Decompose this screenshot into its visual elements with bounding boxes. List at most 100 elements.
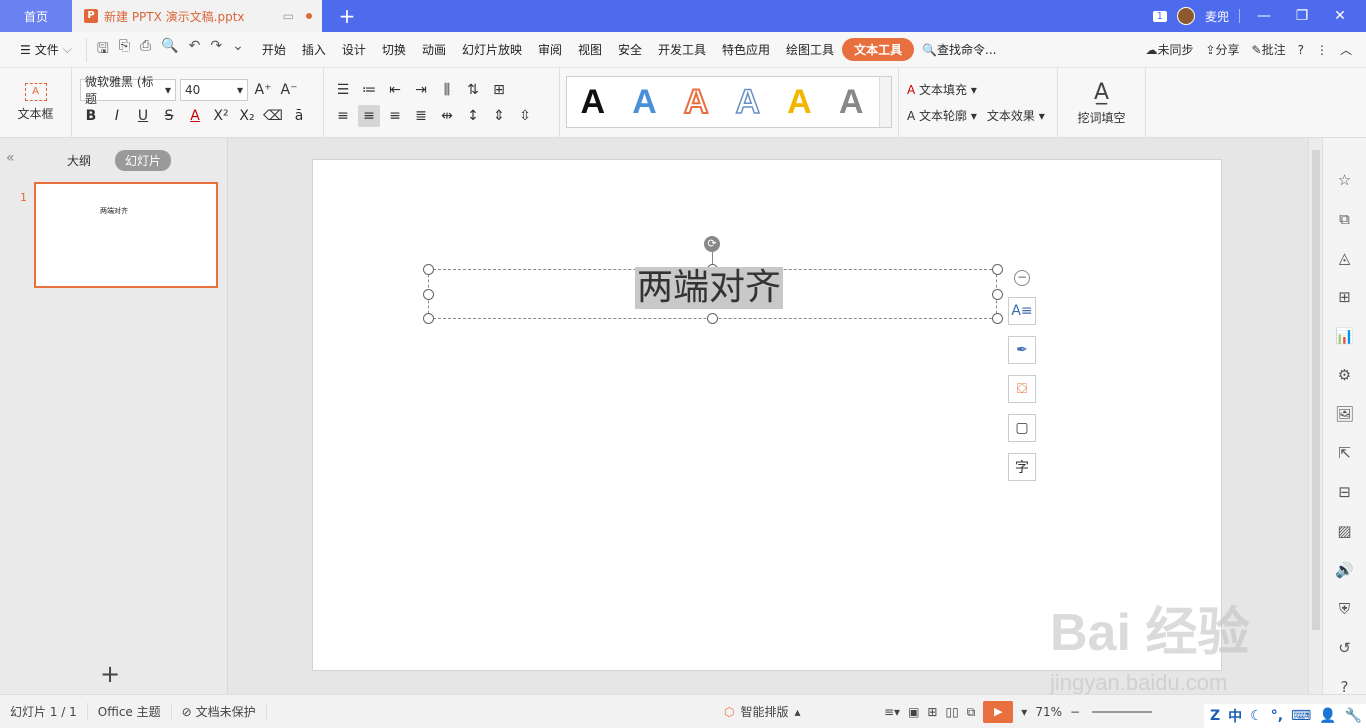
- tab-insert[interactable]: 插入: [294, 41, 334, 58]
- textbox-button[interactable]: A 文本框: [8, 83, 63, 122]
- print-icon[interactable]: ⎙: [140, 38, 151, 62]
- moon-icon[interactable]: ☾: [1250, 708, 1263, 724]
- slide-thumbnail[interactable]: 两端对齐: [34, 182, 218, 288]
- align-left-icon[interactable]: ≡: [332, 105, 354, 127]
- archive-icon[interactable]: ⊟: [1335, 482, 1355, 502]
- tab-security[interactable]: 安全: [610, 41, 650, 58]
- tab-developer[interactable]: 开发工具: [650, 41, 714, 58]
- ime-language[interactable]: 中: [1228, 706, 1242, 726]
- tab-text-tools[interactable]: 文本工具: [842, 38, 915, 61]
- slide-title-text[interactable]: 两端对齐: [635, 267, 784, 309]
- zoom-slider[interactable]: [1092, 711, 1153, 713]
- user-icon[interactable]: 👤: [1319, 708, 1336, 724]
- settings-sliders-icon[interactable]: ⚙: [1335, 365, 1355, 385]
- sync-button[interactable]: ☁未同步: [1145, 41, 1193, 58]
- decrease-font-icon[interactable]: A⁻: [278, 79, 300, 101]
- tab-outline[interactable]: 大纲: [57, 150, 101, 171]
- paragraph-spacing-icon[interactable]: ⇕: [488, 105, 510, 127]
- tab-start[interactable]: 开始: [254, 41, 294, 58]
- font-color-icon[interactable]: A: [184, 105, 206, 127]
- restore-icon[interactable]: ❐: [1288, 8, 1316, 24]
- text-direction-icon[interactable]: ⇅: [462, 79, 484, 101]
- decrease-indent-icon[interactable]: ⇤: [384, 79, 406, 101]
- resize-handle-se[interactable]: [992, 313, 1003, 324]
- picture-search-icon[interactable]: 🖼: [1335, 404, 1355, 424]
- new-tab-button[interactable]: +: [322, 0, 372, 32]
- resize-handle-s[interactable]: [707, 313, 718, 324]
- copy-icon[interactable]: ⧉: [1335, 209, 1355, 229]
- text-fill-button[interactable]: A 文本填充 ▾: [907, 81, 977, 98]
- keyboard-icon[interactable]: ⌨: [1291, 708, 1311, 724]
- pen-icon[interactable]: ✒: [1008, 336, 1036, 364]
- line-spacing-icon[interactable]: ↕: [462, 105, 484, 127]
- chart-icon[interactable]: 📊: [1335, 326, 1355, 346]
- minimize-icon[interactable]: —: [1250, 8, 1278, 24]
- tab-transition[interactable]: 切换: [374, 41, 414, 58]
- shape-outline-icon[interactable]: ▢: [1008, 414, 1036, 442]
- reading-view-icon[interactable]: ▯▯: [945, 705, 958, 719]
- shield-icon[interactable]: ⛨: [1335, 599, 1355, 619]
- font-name-select[interactable]: 微软雅黑 (标题 ▾: [80, 75, 176, 106]
- zoom-out-icon[interactable]: −: [1070, 705, 1080, 719]
- play-options-icon[interactable]: ▾: [1021, 705, 1027, 719]
- tab-slideshow[interactable]: 幻灯片放映: [454, 41, 530, 58]
- font-size-select[interactable]: 40 ▾: [180, 78, 248, 101]
- home-tab[interactable]: 首页: [0, 0, 72, 32]
- justify-icon[interactable]: ≣: [410, 105, 432, 127]
- collapse-toolbar-icon[interactable]: −: [1014, 270, 1030, 286]
- increase-indent-icon[interactable]: ⇥: [410, 79, 432, 101]
- sorter-view-icon[interactable]: ⊞: [927, 705, 937, 719]
- numbered-list-icon[interactable]: ≔: [358, 79, 380, 101]
- tab-view[interactable]: 视图: [570, 41, 610, 58]
- zoom-level[interactable]: 71%: [1035, 705, 1062, 719]
- command-search[interactable]: 🔍查找命令...: [914, 41, 1004, 58]
- resize-handle-ne[interactable]: [992, 264, 1003, 275]
- grid-icon[interactable]: ⊞: [1335, 287, 1355, 307]
- tab-review[interactable]: 审阅: [530, 41, 570, 58]
- tab-design[interactable]: 设计: [334, 41, 374, 58]
- normal-view-icon[interactable]: ▣: [908, 705, 919, 719]
- user-avatar[interactable]: [1176, 7, 1195, 25]
- tab-monitor-icon[interactable]: ▭: [283, 9, 294, 23]
- ime-app-icon[interactable]: Z: [1210, 708, 1220, 724]
- document-tab[interactable]: P 新建 PPTX 演示文稿.pptx ▭: [72, 0, 322, 32]
- art-style-yellow[interactable]: A: [787, 83, 812, 122]
- undo-icon[interactable]: ↶: [189, 38, 201, 62]
- art-style-blue-outline[interactable]: A: [735, 82, 761, 122]
- cloze-button[interactable]: A̲ 挖词填空: [1066, 80, 1137, 126]
- tab-drawing-tools[interactable]: 绘图工具: [778, 41, 842, 58]
- art-style-blue[interactable]: A: [632, 83, 657, 122]
- art-style-gray[interactable]: A: [839, 83, 864, 122]
- fill-bucket-icon[interactable]: ⛋: [1008, 375, 1036, 403]
- scrollbar-thumb[interactable]: [1312, 150, 1320, 630]
- align-center-icon[interactable]: ≡: [358, 104, 380, 127]
- star-icon[interactable]: ☆: [1335, 170, 1355, 190]
- tools-icon[interactable]: 🔧: [1345, 708, 1362, 724]
- align-right-icon[interactable]: ≡: [384, 105, 406, 127]
- increase-font-icon[interactable]: A⁺: [252, 79, 274, 101]
- tab-special[interactable]: 特色应用: [714, 41, 778, 58]
- italic-icon[interactable]: I: [106, 105, 128, 127]
- image-icon[interactable]: ▨: [1335, 521, 1355, 541]
- underline-icon[interactable]: U: [132, 105, 154, 127]
- text-effect-button[interactable]: 文本效果 ▾: [987, 107, 1045, 124]
- notes-icon[interactable]: ≡▾: [884, 705, 900, 719]
- collapse-ribbon-icon[interactable]: ︿: [1340, 41, 1352, 58]
- resize-handle-nw[interactable]: [423, 264, 434, 275]
- smart-layout[interactable]: ⬡ 智能排版 ▴: [724, 703, 801, 720]
- tab-animation[interactable]: 动画: [414, 41, 454, 58]
- play-slideshow-button[interactable]: ▶: [983, 701, 1014, 723]
- audio-icon[interactable]: 🔊: [1335, 560, 1355, 580]
- resize-handle-w[interactable]: [423, 289, 434, 300]
- art-style-orange-outline[interactable]: A: [683, 82, 710, 122]
- clear-format-icon[interactable]: ⌫: [262, 105, 284, 127]
- help-icon[interactable]: ?: [1298, 43, 1304, 57]
- shape-icon[interactable]: ◬: [1335, 248, 1355, 268]
- text-style-icon[interactable]: A≡: [1008, 297, 1036, 325]
- columns-icon[interactable]: ⫼: [436, 79, 458, 101]
- subscript-icon[interactable]: X₂: [236, 105, 258, 127]
- text-wrap-icon[interactable]: 字: [1008, 453, 1036, 481]
- bold-icon[interactable]: B: [80, 105, 102, 127]
- export-icon[interactable]: ⎘: [119, 38, 130, 62]
- align-text-icon[interactable]: ⊞: [488, 79, 510, 101]
